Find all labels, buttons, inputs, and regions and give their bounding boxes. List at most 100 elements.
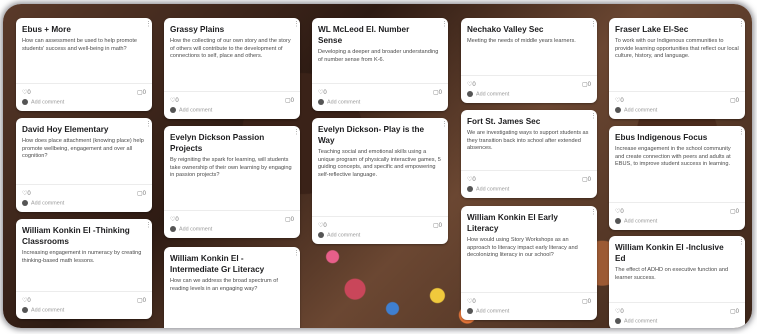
post-card[interactable]: ⋮ WL McLeod El. Number Sense Developing …: [312, 18, 448, 111]
comment-count: 0: [587, 82, 591, 88]
more-options-icon[interactable]: ⋮: [738, 21, 745, 32]
add-comment-button[interactable]: Add comment: [22, 307, 64, 313]
avatar: [170, 107, 176, 113]
more-options-icon[interactable]: ⋮: [590, 209, 597, 220]
post-card[interactable]: ⋮ Ebus + More How can assessment be used…: [16, 18, 152, 111]
post-title: Evelyn Dickson- Play is the Way: [318, 125, 425, 145]
post-card[interactable]: ⋮ William Konkin El -Thinking Classrooms…: [16, 219, 152, 319]
add-comment-label: Add comment: [476, 91, 510, 98]
post-card[interactable]: ⋮ Grassy Plains How the collecting of ou…: [164, 18, 300, 119]
add-comment-label: Add comment: [624, 107, 658, 114]
post-card[interactable]: ⋮ David Hoy Elementary How does place at…: [16, 118, 152, 212]
comment-count-icon: ▢0: [136, 90, 146, 96]
post-text: How would using Story Workshops as an ap…: [467, 237, 578, 259]
avatar: [318, 99, 324, 105]
post-footer: ♡0 ▢0 Add comment: [461, 292, 597, 319]
post-card[interactable]: ⋮ Nechako Valley Sec Meeting the needs o…: [461, 18, 597, 103]
add-comment-button[interactable]: Add comment: [467, 91, 509, 97]
post-title: Grassy Plains: [170, 25, 225, 34]
like-count: 0: [472, 177, 476, 183]
like-button[interactable]: ♡0: [467, 298, 476, 305]
avatar: [22, 307, 28, 313]
more-options-icon[interactable]: ⋮: [145, 121, 152, 132]
add-comment-button[interactable]: Add comment: [318, 232, 360, 238]
more-options-icon[interactable]: ⋮: [738, 129, 745, 140]
more-options-icon[interactable]: ⋮: [293, 129, 300, 140]
like-count: 0: [620, 98, 624, 104]
add-comment-label: Add comment: [31, 200, 65, 207]
more-options-icon[interactable]: ⋮: [590, 21, 597, 32]
comment-count-icon: ▢0: [729, 98, 739, 104]
add-comment-button[interactable]: Add comment: [615, 107, 657, 113]
post-card[interactable]: ⋮ William Konkin El - Intermediate Gr Li…: [164, 247, 300, 328]
post-card[interactable]: ⋮ Fraser Lake El-Sec To work with our In…: [609, 18, 745, 119]
like-button[interactable]: ♡0: [615, 97, 624, 104]
like-count: 0: [620, 309, 624, 315]
post-text: Increase engagement in the school commun…: [615, 146, 731, 168]
more-options-icon[interactable]: ⋮: [145, 222, 152, 233]
like-count: 0: [27, 191, 31, 197]
post-text: How can we address the broad spectrum of…: [170, 278, 278, 292]
avatar: [22, 200, 28, 206]
more-options-icon[interactable]: ⋮: [738, 239, 745, 250]
add-comment-button[interactable]: Add comment: [22, 99, 64, 105]
like-button[interactable]: ♡0: [318, 89, 327, 96]
add-comment-button[interactable]: Add comment: [467, 308, 509, 314]
add-comment-button[interactable]: Add comment: [615, 218, 657, 224]
like-button[interactable]: ♡0: [615, 308, 624, 315]
avatar: [467, 186, 473, 192]
like-count: 0: [175, 98, 179, 104]
post-text: How can assessment be used to help promo…: [22, 38, 138, 52]
like-button[interactable]: ♡0: [467, 81, 476, 88]
comment-count: 0: [587, 299, 591, 305]
post-footer: ♡0 ▢0 Add comment: [16, 291, 152, 318]
post-footer: ♡0 ▢0 Add comment: [164, 210, 300, 237]
post-card[interactable]: ⋮ Ebus Indigenous Focus Increase engagem…: [609, 126, 745, 230]
like-button[interactable]: ♡0: [170, 97, 179, 104]
like-button[interactable]: ♡0: [615, 208, 624, 215]
post-card[interactable]: ⋮ Evelyn Dickson Passion Projects By rei…: [164, 126, 300, 238]
like-button[interactable]: ♡0: [22, 297, 31, 304]
post-text: Developing a deeper and broader understa…: [318, 49, 439, 63]
post-footer: ♡0 ▢0 Add comment: [164, 91, 300, 118]
more-options-icon[interactable]: ⋮: [441, 121, 448, 132]
post-card[interactable]: ⋮ Evelyn Dickson- Play is the Way Teachi…: [312, 118, 448, 244]
avatar: [615, 318, 621, 324]
like-count: 0: [27, 298, 31, 304]
post-text: We are investigating ways to support stu…: [467, 130, 589, 152]
comment-count-icon: ▢0: [432, 223, 442, 229]
post-title: William Konkin El -Thinking Classrooms: [22, 226, 130, 246]
like-button[interactable]: ♡0: [170, 216, 179, 223]
comment-count: 0: [142, 298, 146, 304]
more-options-icon[interactable]: ⋮: [293, 21, 300, 32]
more-options-icon[interactable]: ⋮: [441, 21, 448, 32]
post-text: Teaching social and emotional skills usi…: [318, 149, 441, 178]
add-comment-button[interactable]: Add comment: [467, 186, 509, 192]
add-comment-button[interactable]: Add comment: [22, 200, 64, 206]
post-card[interactable]: ⋮ William Konkin El -Inclusive Ed The ef…: [609, 236, 745, 328]
add-comment-label: Add comment: [624, 218, 658, 225]
more-options-icon[interactable]: ⋮: [590, 113, 597, 124]
like-button[interactable]: ♡0: [22, 190, 31, 197]
post-footer: ♡0 ▢0 Add comment: [609, 202, 745, 229]
comment-count-icon: ▢0: [581, 177, 591, 183]
post-title: David Hoy Elementary: [22, 125, 109, 134]
add-comment-label: Add comment: [31, 307, 65, 314]
add-comment-label: Add comment: [327, 99, 361, 106]
add-comment-button[interactable]: Add comment: [615, 318, 657, 324]
post-text: The effect of ADHD on executive function…: [615, 267, 729, 281]
more-options-icon[interactable]: ⋮: [145, 21, 152, 32]
more-options-icon[interactable]: ⋮: [293, 250, 300, 261]
like-button[interactable]: ♡0: [318, 222, 327, 229]
like-button[interactable]: ♡0: [22, 89, 31, 96]
add-comment-button[interactable]: Add comment: [170, 226, 212, 232]
post-title: Evelyn Dickson Passion Projects: [170, 133, 265, 153]
add-comment-button[interactable]: Add comment: [318, 99, 360, 105]
post-card[interactable]: ⋮ William Konkin El Early Literacy How w…: [461, 206, 597, 320]
comment-count-icon: ▢0: [581, 82, 591, 88]
comment-count: 0: [735, 98, 739, 104]
post-card[interactable]: ⋮ Fort St. James Sec We are investigatin…: [461, 110, 597, 198]
add-comment-button[interactable]: Add comment: [170, 107, 212, 113]
post-title: William Konkin El Early Literacy: [467, 213, 558, 233]
like-button[interactable]: ♡0: [467, 176, 476, 183]
